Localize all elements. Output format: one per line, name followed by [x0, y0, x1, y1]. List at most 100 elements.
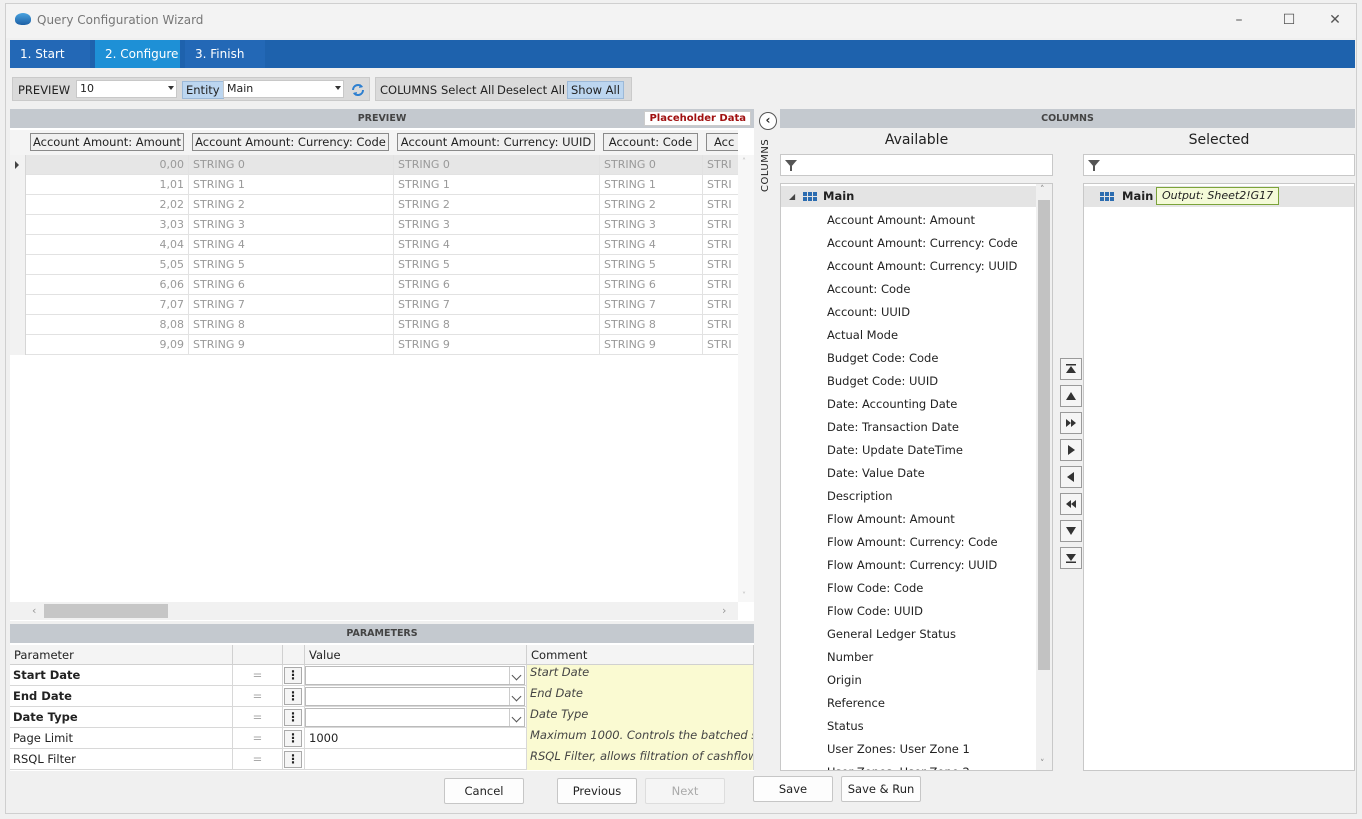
- more-options-icon[interactable]: ⋮: [284, 688, 302, 705]
- table-row[interactable]: 8,08 STRING 8 STRING 8 STRING 8 STRI: [10, 315, 738, 335]
- list-item[interactable]: Flow Amount: Currency: Code: [827, 531, 998, 554]
- tab-start[interactable]: 1. Start: [10, 40, 90, 68]
- list-item[interactable]: Date: Transaction Date: [827, 416, 959, 439]
- show-all-button[interactable]: Show All: [567, 81, 624, 99]
- table-row[interactable]: 2,02 STRING 2 STRING 2 STRING 2 STRI: [10, 195, 738, 215]
- list-item[interactable]: Date: Accounting Date: [827, 393, 957, 416]
- table-row[interactable]: 9,09 STRING 9 STRING 9 STRING 9 STRI: [10, 335, 738, 355]
- list-item[interactable]: User Zones: User Zone 1: [827, 738, 970, 761]
- list-item[interactable]: Flow Amount: Amount: [827, 508, 955, 531]
- tab-configure[interactable]: 2. Configure: [95, 40, 180, 68]
- close-button[interactable]: ✕: [1320, 10, 1350, 30]
- more-options-icon[interactable]: ⋮: [284, 751, 302, 768]
- list-item[interactable]: Flow Code: UUID: [827, 600, 923, 623]
- chevron-down-icon[interactable]: [509, 709, 524, 726]
- save-and-run-button[interactable]: Save & Run: [841, 776, 921, 802]
- horizontal-scroll-thumb[interactable]: [44, 604, 168, 618]
- row-header[interactable]: [10, 255, 26, 275]
- scroll-down-icon[interactable]: ˅: [1040, 759, 1045, 769]
- move-up-button[interactable]: [1060, 385, 1082, 407]
- preview-column-header[interactable]: Acc: [706, 133, 738, 151]
- save-button[interactable]: Save: [753, 776, 833, 802]
- table-row[interactable]: 6,06 STRING 6 STRING 6 STRING 6 STRI: [10, 275, 738, 295]
- parameter-value-input[interactable]: [305, 750, 525, 769]
- entity-select[interactable]: Main: [223, 80, 344, 98]
- previous-button[interactable]: Previous: [557, 778, 637, 804]
- list-item[interactable]: Status: [827, 715, 864, 738]
- list-item[interactable]: Actual Mode: [827, 324, 898, 347]
- scroll-left-icon[interactable]: ‹: [32, 604, 36, 617]
- add-all-button[interactable]: [1060, 412, 1082, 434]
- move-down-button[interactable]: [1060, 520, 1082, 542]
- add-selected-button[interactable]: [1060, 439, 1082, 461]
- parameter-value-input[interactable]: [305, 708, 525, 727]
- selected-filter-input[interactable]: [1083, 154, 1355, 176]
- table-row[interactable]: 5,05 STRING 5 STRING 5 STRING 5 STRI: [10, 255, 738, 275]
- preview-vertical-scrollbar[interactable]: ˄ ˅: [738, 155, 754, 602]
- row-header[interactable]: [10, 195, 26, 215]
- selected-root-node[interactable]: Main Output: Sheet2!G17: [1084, 186, 1354, 207]
- refresh-icon[interactable]: [350, 82, 366, 98]
- list-item[interactable]: Flow Code: Code: [827, 577, 923, 600]
- more-options-icon[interactable]: ⋮: [284, 709, 302, 726]
- list-item[interactable]: Budget Code: Code: [827, 347, 938, 370]
- maximize-button[interactable]: ☐: [1274, 10, 1304, 30]
- row-header[interactable]: [10, 275, 26, 295]
- chevron-down-icon[interactable]: [509, 688, 524, 705]
- row-header[interactable]: [10, 175, 26, 195]
- list-item[interactable]: Budget Code: UUID: [827, 370, 938, 393]
- available-scrollbar[interactable]: ˄ ˅: [1036, 184, 1052, 770]
- list-item[interactable]: Number: [827, 646, 873, 669]
- available-scroll-thumb[interactable]: [1038, 200, 1050, 670]
- list-item[interactable]: Flow Amount: Currency: UUID: [827, 554, 997, 577]
- list-item[interactable]: Origin: [827, 669, 862, 692]
- row-header[interactable]: [10, 295, 26, 315]
- more-options-icon[interactable]: ⋮: [284, 667, 302, 684]
- preview-column-header[interactable]: Account Amount: Amount: [30, 133, 184, 151]
- deselect-all-button[interactable]: Deselect All: [497, 83, 565, 97]
- row-header[interactable]: [10, 155, 26, 175]
- scroll-down-icon[interactable]: ˅: [742, 591, 746, 600]
- preview-horizontal-scrollbar[interactable]: ‹ ›: [10, 602, 738, 620]
- preview-column-header[interactable]: Account Amount: Currency: Code: [192, 133, 389, 151]
- table-row[interactable]: 1,01 STRING 1 STRING 1 STRING 1 STRI: [10, 175, 738, 195]
- row-header[interactable]: [10, 235, 26, 255]
- list-item[interactable]: Account Amount: Currency: Code: [827, 232, 1018, 255]
- list-item[interactable]: Account: UUID: [827, 301, 910, 324]
- row-header[interactable]: [10, 215, 26, 235]
- more-options-icon[interactable]: ⋮: [284, 730, 302, 747]
- parameter-value-input[interactable]: 1000: [305, 729, 525, 748]
- list-item[interactable]: Date: Update DateTime: [827, 439, 963, 462]
- collapse-columns-button[interactable]: ‹: [759, 112, 777, 130]
- available-root-node[interactable]: ◢ Main: [781, 186, 1036, 207]
- tab-finish[interactable]: 3. Finish: [185, 40, 265, 68]
- preview-count-select[interactable]: 10: [76, 80, 177, 98]
- list-item[interactable]: Description: [827, 485, 893, 508]
- preview-column-header[interactable]: Account: Code: [603, 133, 698, 151]
- cancel-button[interactable]: Cancel: [444, 778, 524, 804]
- list-item[interactable]: Account Amount: Currency: UUID: [827, 255, 1017, 278]
- row-header[interactable]: [10, 315, 26, 335]
- table-row[interactable]: 4,04 STRING 4 STRING 4 STRING 4 STRI: [10, 235, 738, 255]
- select-all-button[interactable]: Select All: [441, 83, 494, 97]
- scroll-up-icon[interactable]: ˄: [1040, 185, 1045, 195]
- list-item[interactable]: Date: Value Date: [827, 462, 925, 485]
- tree-expander-icon[interactable]: ◢: [789, 186, 795, 207]
- remove-selected-button[interactable]: [1060, 466, 1082, 488]
- list-item[interactable]: Account: Code: [827, 278, 910, 301]
- move-to-top-button[interactable]: [1060, 358, 1082, 380]
- parameter-value-input[interactable]: [305, 687, 525, 706]
- chevron-down-icon[interactable]: [509, 667, 524, 684]
- table-row[interactable]: 3,03 STRING 3 STRING 3 STRING 3 STRI: [10, 215, 738, 235]
- list-item[interactable]: Reference: [827, 692, 885, 715]
- list-item[interactable]: General Ledger Status: [827, 623, 956, 646]
- row-header[interactable]: [10, 335, 26, 355]
- columns-side-label[interactable]: COLUMNS: [760, 139, 771, 192]
- available-filter-input[interactable]: [780, 154, 1053, 176]
- move-to-bottom-button[interactable]: [1060, 547, 1082, 569]
- table-row[interactable]: 0,00 STRING 0 STRING 0 STRING 0 STRI: [10, 155, 738, 175]
- minimize-button[interactable]: –: [1224, 10, 1254, 30]
- preview-column-header[interactable]: Account Amount: Currency: UUID: [397, 133, 595, 151]
- table-row[interactable]: 7,07 STRING 7 STRING 7 STRING 7 STRI: [10, 295, 738, 315]
- list-item[interactable]: User Zones: User Zone 2: [827, 761, 970, 770]
